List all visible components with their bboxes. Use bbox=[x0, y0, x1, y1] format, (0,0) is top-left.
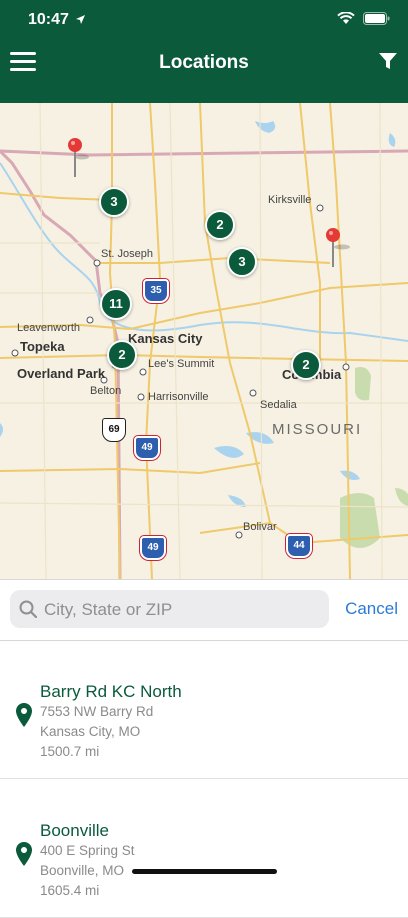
cluster-marker[interactable]: 2 bbox=[205, 210, 235, 240]
status-time: 10:47 bbox=[28, 11, 69, 28]
location-street: 7553 NW Barry Rd bbox=[40, 704, 154, 719]
map-city-label: Overland Park bbox=[17, 366, 106, 381]
highway-shield: 49 bbox=[134, 436, 160, 460]
location-arrow-icon bbox=[76, 15, 85, 24]
map-city-label: Topeka bbox=[20, 339, 65, 354]
map-city-label: Sedalia bbox=[260, 399, 297, 411]
map-city-label: Harrisonville bbox=[148, 391, 209, 403]
cancel-button[interactable]: Cancel bbox=[345, 599, 398, 619]
location-name[interactable]: Barry Rd KC North bbox=[40, 682, 182, 702]
cluster-marker[interactable]: 11 bbox=[100, 288, 132, 320]
map-city-label: Leavenworth bbox=[17, 322, 80, 334]
page-title: Locations bbox=[159, 52, 249, 73]
map-city-label: St. Joseph bbox=[101, 248, 153, 260]
map-city-label: Lee's Summit bbox=[148, 358, 215, 370]
list-item[interactable]: Boonville 400 E Spring St Boonville, MO … bbox=[0, 779, 408, 918]
home-indicator bbox=[132, 869, 277, 874]
red-map-pin-icon[interactable] bbox=[324, 227, 354, 269]
map-city-label: Kansas City bbox=[128, 331, 203, 346]
map-city-label: Bolivar bbox=[243, 521, 277, 533]
map-city-label: MISSOURI bbox=[272, 421, 363, 438]
location-marker-icon bbox=[16, 842, 32, 866]
cluster-marker[interactable]: 2 bbox=[291, 350, 321, 380]
location-distance: 1500.7 mi bbox=[40, 744, 100, 759]
location-city: Boonville, MO bbox=[40, 863, 125, 878]
location-name[interactable]: Boonville bbox=[40, 821, 109, 841]
battery-icon bbox=[363, 12, 390, 25]
location-marker-icon bbox=[16, 703, 32, 727]
status-indicators bbox=[337, 12, 390, 25]
location-distance: 1605.4 mi bbox=[40, 883, 100, 898]
map-city-label: Kirksville bbox=[268, 194, 312, 206]
locations-list: Barry Rd KC North 7553 NW Barry Rd Kansa… bbox=[0, 640, 408, 918]
search-field[interactable] bbox=[10, 590, 329, 630]
wifi-icon bbox=[337, 12, 355, 24]
navigation-bar: 10:47 Locations bbox=[0, 0, 408, 103]
highway-shield: 69 bbox=[102, 418, 126, 442]
map-view[interactable]: Kirksville St. Joseph Leavenworth Kansas Ci… bbox=[0, 103, 408, 579]
location-city: Kansas City, MO bbox=[40, 724, 141, 739]
location-street: 400 E Spring St bbox=[40, 843, 135, 858]
list-item[interactable]: Barry Rd KC North 7553 NW Barry Rd Kansa… bbox=[0, 640, 408, 779]
cluster-marker[interactable]: 3 bbox=[227, 247, 257, 277]
search-bar: Cancel bbox=[0, 579, 408, 641]
cluster-marker[interactable]: 3 bbox=[99, 187, 129, 217]
highway-shield: 49 bbox=[140, 536, 166, 560]
funnel-filter-icon[interactable] bbox=[378, 51, 398, 71]
highway-shield: 35 bbox=[143, 279, 169, 303]
highway-shield: 44 bbox=[286, 534, 312, 558]
red-map-pin-icon[interactable] bbox=[66, 137, 90, 179]
magnifier-icon bbox=[19, 600, 37, 618]
cluster-marker[interactable]: 2 bbox=[107, 340, 137, 370]
search-input[interactable] bbox=[42, 590, 326, 630]
map-city-label: Belton bbox=[90, 385, 122, 397]
